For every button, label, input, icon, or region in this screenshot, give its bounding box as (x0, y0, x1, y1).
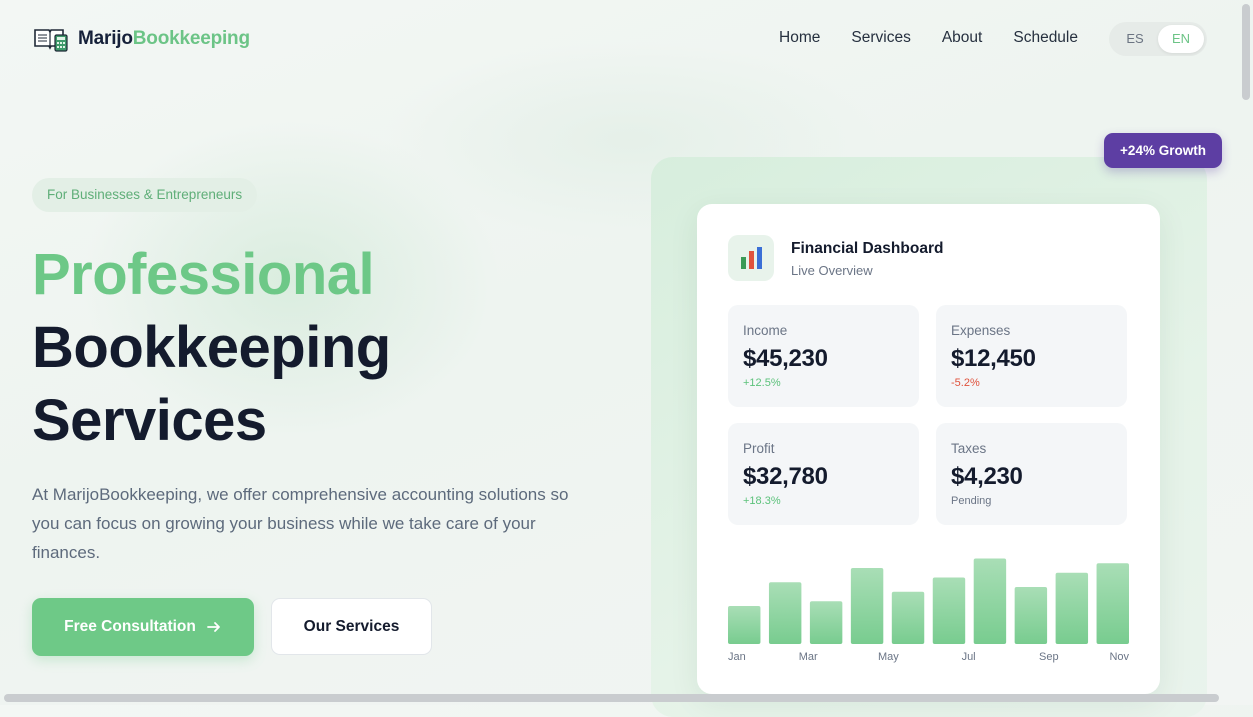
dashboard-subtitle: Live Overview (791, 263, 873, 278)
brand-logo[interactable]: MarijoBookkeeping (33, 26, 250, 52)
monthly-bar-chart (728, 558, 1129, 644)
stat-value: $45,230 (743, 345, 828, 372)
chart-bar (809, 601, 843, 644)
hero-description: At MarijoBookkeeping, we offer comprehen… (32, 485, 569, 562)
stat-label: Profit (743, 441, 775, 456)
brand-name-first: Marijo (78, 28, 133, 49)
hero-title-line2: Bookkeeping (32, 315, 391, 380)
growth-badge: +24% Growth (1104, 133, 1222, 168)
stat-card-income: Income $45,230 +12.5% (728, 305, 919, 407)
stat-label: Expenses (951, 323, 1011, 338)
ledger-book-icon (34, 29, 68, 52)
vertical-scrollbar[interactable] (1242, 4, 1250, 100)
stat-label: Income (743, 323, 788, 338)
brand-name-second: Bookkeeping (132, 28, 250, 49)
stat-change: +12.5% (743, 377, 781, 389)
chart-bar (1096, 563, 1129, 644)
stat-value: $4,230 (951, 463, 1023, 490)
stat-change: Pending (951, 495, 992, 507)
chart-bar (891, 591, 925, 644)
nav-link-about[interactable]: About (942, 29, 983, 47)
stat-value: $12,450 (951, 345, 1036, 372)
stat-card-expenses: Expenses $12,450 -5.2% (936, 305, 1127, 407)
dashboard-title: Financial Dashboard (791, 240, 944, 257)
hero-title-line1: Professional (32, 242, 375, 307)
language-toggle: ES EN (1109, 22, 1207, 56)
audience-tag: For Businesses & Entrepreneurs (32, 178, 258, 212)
chart-tick-label: Sep (1039, 651, 1059, 663)
chart-bar (973, 558, 1007, 644)
chart-tick-label: Jul (961, 651, 976, 663)
chart-tick-label: Mar (798, 651, 818, 663)
our-services-button[interactable]: Our Services (271, 598, 432, 655)
free-consultation-label: Free Consultation (64, 618, 196, 635)
stat-label: Taxes (951, 441, 987, 456)
chart-tick-label: May (878, 651, 899, 663)
chart-bar (850, 568, 884, 644)
chart-bar (932, 577, 966, 644)
nav-link-services[interactable]: Services (851, 29, 910, 47)
chart-bar (1014, 587, 1048, 644)
brand-name: MarijoBookkeeping (78, 28, 250, 50)
chart-tick-label: Nov (1109, 651, 1129, 663)
nav-link-schedule[interactable]: Schedule (1013, 29, 1078, 47)
chart-bar (728, 606, 761, 644)
lang-option-es[interactable]: ES (1112, 25, 1158, 53)
financial-dashboard-card: Financial Dashboard Live Overview Income… (697, 204, 1160, 694)
free-consultation-button[interactable]: Free Consultation (32, 598, 254, 656)
stat-change: -5.2% (951, 377, 980, 389)
hero-title: Professional Bookkeeping Services (32, 238, 391, 457)
hero-title-line3: Services (32, 388, 267, 453)
stat-value: $32,780 (743, 463, 828, 490)
main-nav: Home Services About Schedule (779, 29, 1078, 47)
chart-x-axis: Jan Mar May Jul Sep Nov (728, 651, 1129, 667)
stat-change: +18.3% (743, 495, 781, 507)
nav-link-home[interactable]: Home (779, 29, 820, 47)
bar-chart-icon (728, 235, 774, 281)
chart-tick-label: Jan (728, 651, 746, 663)
horizontal-scrollbar[interactable] (4, 694, 1219, 702)
stat-card-profit: Profit $32,780 +18.3% (728, 423, 919, 525)
chart-bar (1055, 572, 1089, 644)
stat-card-taxes: Taxes $4,230 Pending (936, 423, 1127, 525)
arrow-right-icon (206, 622, 220, 632)
chart-bar (768, 582, 802, 644)
lang-option-en[interactable]: EN (1158, 25, 1204, 53)
